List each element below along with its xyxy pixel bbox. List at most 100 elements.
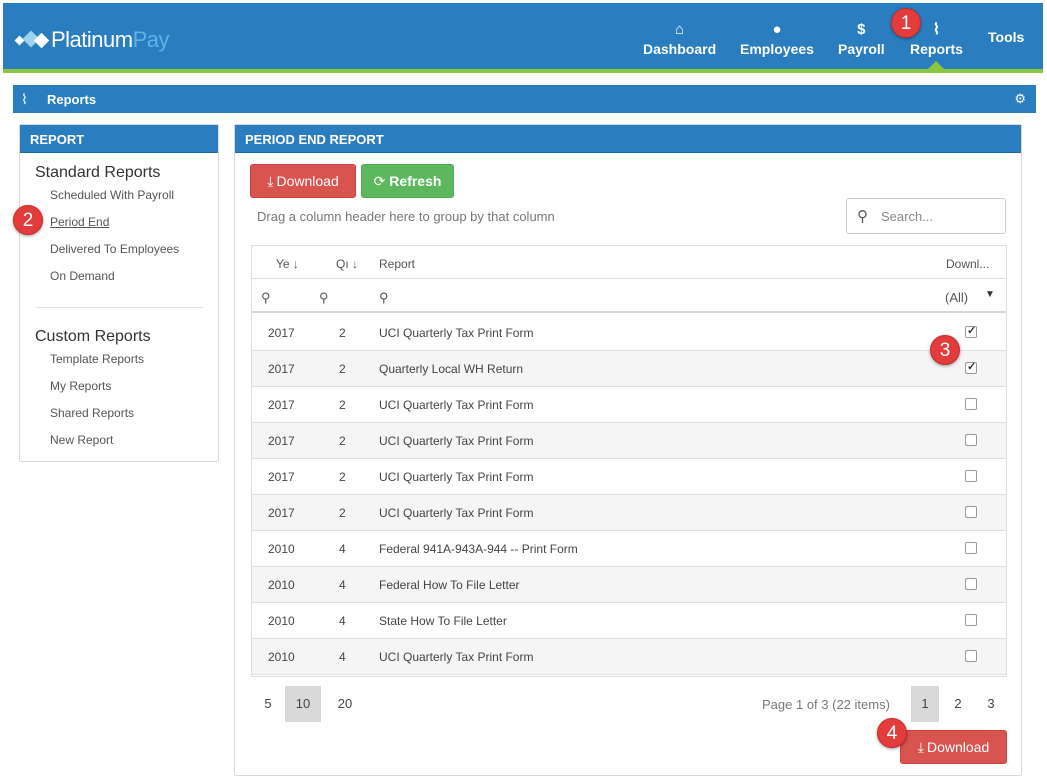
grid-filter-row: ⚲ ⚲ ⚲ (All) ▼ [252,279,1006,313]
cell-year: 2010 [268,542,295,556]
page-1[interactable]: 1 [911,686,939,722]
report-nav-panel: REPORT Standard Reports Scheduled With P… [19,124,219,462]
page-2[interactable]: 2 [944,686,972,722]
annotation-badge-3: 3 [930,335,960,365]
table-row[interactable]: 2010 4 State How To File Letter [252,603,1006,639]
cell-report: Quarterly Local WH Return [379,362,524,376]
sort-desc-icon: ↓ [352,257,359,271]
search-placeholder: Search... [881,209,934,224]
search-icon: ⚲ [857,208,868,225]
link-new-report[interactable]: New Report [50,433,113,447]
download-checkbox[interactable] [965,542,977,554]
cell-report: UCI Quarterly Tax Print Form [379,326,534,340]
cell-report: State How To File Letter [379,614,507,628]
link-shared-reports[interactable]: Shared Reports [50,406,134,420]
period-end-report-panel: PERIOD END REPORT ⤓ Download ⟳ Refresh D… [234,124,1022,776]
table-row[interactable]: 2017 2 UCI Quarterly Tax Print Form [252,315,1006,351]
platinumpay-logo[interactable]: Platinum Pay [14,27,170,53]
cell-year: 2010 [268,578,295,592]
annotation-badge-4: 4 [877,718,907,748]
download-checkbox[interactable] [965,324,977,338]
logo-mark-icon [14,30,50,50]
download-checkbox[interactable] [965,506,977,518]
cell-quarter: 2 [339,398,346,412]
cell-quarter: 4 [339,650,346,664]
filter-quarter-search-icon[interactable]: ⚲ [319,290,329,306]
nav-employees[interactable]: ● Employees [740,21,814,57]
column-header-report[interactable]: Report [379,257,415,271]
page-size-10[interactable]: 10 [285,686,321,722]
table-row[interactable]: 2017 2 UCI Quarterly Tax Print Form [252,387,1006,423]
standard-reports-title: Standard Reports [35,164,161,181]
report-grid: Ye ↓ Qı ↓ Report Downl... ⚲ ⚲ ⚲ (All) ▼ … [251,245,1007,677]
link-scheduled-with-payroll[interactable]: Scheduled With Payroll [50,188,174,202]
link-period-end[interactable]: Period End [50,215,109,229]
table-row[interactable]: 2017 2 UCI Quarterly Tax Print Form [252,459,1006,495]
cell-year: 2017 [268,506,295,520]
top-nav-bar: Platinum Pay ⌂ Dashboard ● Employees $ Pa… [3,3,1043,69]
link-my-reports[interactable]: My Reports [50,379,111,393]
column-header-quarter[interactable]: Qı ↓ [336,257,358,271]
download-icon: ⤓ [267,172,274,189]
section-bar: ⌇ Reports ⚙ [13,85,1036,113]
nav-employees-label: Employees [740,41,814,57]
caret-down-icon[interactable]: ▼ [985,289,995,300]
table-row[interactable]: 2010 4 Federal How To File Letter [252,567,1006,603]
table-row[interactable]: 2017 2 Quarterly Local WH Return [252,351,1006,387]
page-size-5[interactable]: 5 [250,686,286,722]
cell-report: UCI Quarterly Tax Print Form [379,398,534,412]
user-icon: ● [772,21,782,38]
link-template-reports[interactable]: Template Reports [50,352,144,366]
cell-quarter: 2 [339,470,346,484]
cell-quarter: 4 [339,578,346,592]
download-checkbox[interactable] [965,398,977,410]
page-size-20[interactable]: 20 [327,686,363,722]
bottom-download-button[interactable]: ⤓ Download [900,730,1007,764]
page-3[interactable]: 3 [977,686,1005,722]
cell-quarter: 4 [339,542,346,556]
filter-report-search-icon[interactable]: ⚲ [379,290,389,306]
download-checkbox[interactable] [965,470,977,482]
download-checkbox[interactable] [965,650,977,662]
download-checkbox[interactable] [965,360,977,374]
nav-dashboard[interactable]: ⌂ Dashboard [643,21,716,57]
gear-icon[interactable]: ⚙ [1014,91,1026,107]
cell-quarter: 2 [339,362,346,376]
table-row[interactable]: 2017 2 UCI Quarterly Tax Print Form [252,423,1006,459]
nav-reports-label: Reports [910,41,963,57]
bottom-download-label: Download [926,739,990,755]
cell-year: 2017 [268,470,295,484]
grid-header-row: Ye ↓ Qı ↓ Report Downl... [252,246,1006,279]
column-header-download[interactable]: Downl... [946,257,989,271]
group-panel-hint[interactable]: Drag a column header here to group by th… [257,209,555,224]
refresh-button[interactable]: ⟳ Refresh [361,164,454,198]
filter-year-search-icon[interactable]: ⚲ [261,290,271,306]
cell-quarter: 2 [339,506,346,520]
filter-download-select[interactable]: (All) [945,290,968,305]
download-checkbox[interactable] [965,578,977,590]
download-button[interactable]: ⤓ Download [250,164,356,198]
download-checkbox[interactable] [965,614,977,626]
nav-payroll[interactable]: $ Payroll [838,21,885,57]
nav-dashboard-label: Dashboard [643,41,717,57]
logo-text-part1: Platinum [51,27,133,52]
table-row[interactable]: 2017 2 UCI Quarterly Tax Print Form [252,495,1006,531]
cell-year: 2010 [268,650,295,664]
sort-desc-icon: ↓ [292,257,299,271]
link-on-demand[interactable]: On Demand [50,269,115,283]
cell-report: Federal How To File Letter [379,578,520,592]
cell-year: 2017 [268,362,295,376]
table-row[interactable]: 2010 4 Federal 941A-943A-944 -- Print Form [252,531,1006,567]
column-header-year[interactable]: Ye ↓ [276,257,299,271]
cell-quarter: 2 [339,326,346,340]
link-delivered-to-employees[interactable]: Delivered To Employees [50,242,179,256]
table-row[interactable]: 2010 4 UCI Quarterly Tax Print Form [252,639,1006,675]
nav-tools[interactable]: Tools [988,27,1024,45]
paperclip-icon: ⌇ [21,91,28,107]
download-checkbox[interactable] [965,434,977,446]
cell-report: UCI Quarterly Tax Print Form [379,434,534,448]
annotation-badge-2: 2 [13,205,43,235]
cell-report: UCI Quarterly Tax Print Form [379,650,534,664]
search-input[interactable]: ⚲ Search... [846,198,1006,234]
nav-payroll-label: Payroll [838,41,885,57]
